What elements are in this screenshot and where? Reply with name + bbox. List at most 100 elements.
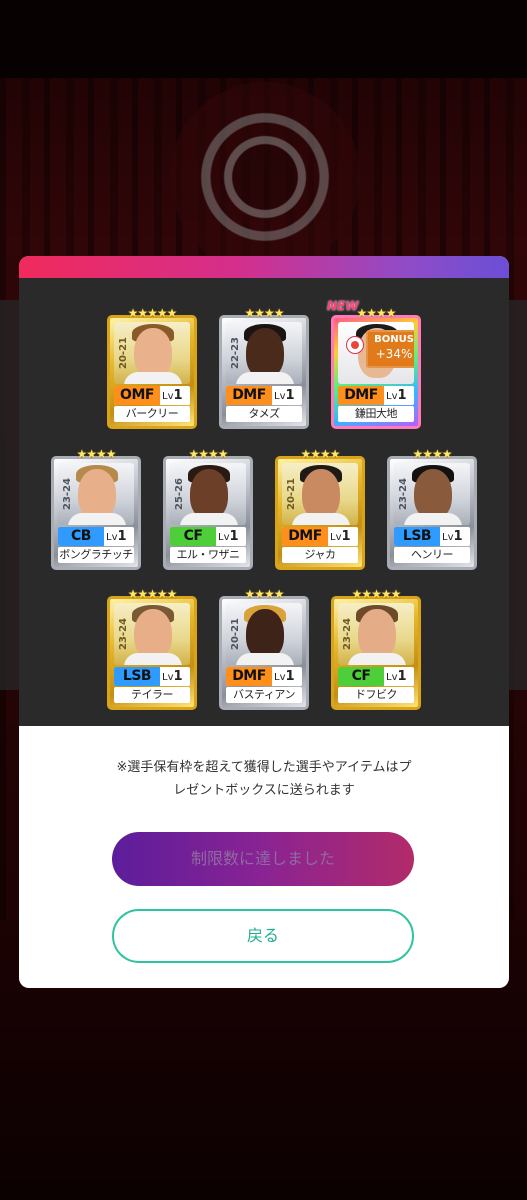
- player-portrait: 25-26: [170, 463, 246, 525]
- player-face: [78, 469, 116, 519]
- star-rating: ★★★★: [412, 447, 452, 461]
- player-portrait: 23-24: [114, 603, 190, 665]
- position-bar: LSB Lv1: [394, 527, 470, 546]
- player-card[interactable]: 23-24 CB Lv1 ボングラチッチ ★★★★: [51, 447, 141, 570]
- season-label: 20-21: [118, 337, 129, 369]
- player-card[interactable]: 20-21 DMF Lv1 バスティアン ★★★★: [219, 587, 309, 710]
- position-badge: DMF: [338, 386, 384, 405]
- player-face: [134, 609, 172, 659]
- star-rating: ★★★★★: [127, 587, 178, 601]
- position-bar: DMF Lv1: [338, 386, 414, 405]
- position-badge: OMF: [114, 386, 160, 405]
- new-badge: NEW: [327, 299, 359, 313]
- player-name: バークリー: [114, 406, 190, 422]
- player-face: [414, 469, 452, 519]
- level-label: Lv1: [386, 388, 407, 403]
- bonus-badge: BONUS +34%: [366, 330, 414, 368]
- level-label: Lv1: [218, 529, 239, 544]
- acquired-players-dialog: 20-21 OMF Lv1 バークリー ★★★★★ 22-23 DMF Lv1 …: [19, 256, 509, 988]
- player-name: 鎌田大地: [338, 406, 414, 422]
- level-label: Lv1: [386, 669, 407, 684]
- position-badge: LSB: [394, 527, 440, 546]
- card-frame: 20-21 DMF Lv1 ジャカ: [275, 456, 365, 570]
- star-rating: ★★★★: [76, 447, 116, 461]
- season-label: 20-21: [286, 478, 297, 510]
- player-name: テイラー: [114, 687, 190, 703]
- position-bar: OMF Lv1: [114, 386, 190, 405]
- player-portrait: 23-24: [394, 463, 470, 525]
- level-label: Lv1: [274, 388, 295, 403]
- season-label: 25-26: [174, 478, 185, 510]
- player-name: タメズ: [226, 406, 302, 422]
- level-label: Lv1: [442, 529, 463, 544]
- player-portrait: 20-21: [226, 603, 302, 665]
- player-card[interactable]: 23-24 LSB Lv1 ヘンリー ★★★★: [387, 447, 477, 570]
- position-bar: DMF Lv1: [282, 527, 358, 546]
- star-rating: ★★★★: [244, 306, 284, 320]
- player-face: [134, 328, 172, 378]
- player-face: [358, 609, 396, 659]
- star-rating: ★★★★: [244, 587, 284, 601]
- player-portrait: 23-24: [58, 463, 134, 525]
- player-card[interactable]: 25-26 CF Lv1 エル・ワザニ ★★★★: [163, 447, 253, 570]
- player-face: [246, 328, 284, 378]
- player-portrait: BONUS +34%: [338, 322, 414, 384]
- player-face: [302, 469, 340, 519]
- position-bar: LSB Lv1: [114, 667, 190, 686]
- player-card-grid: 20-21 OMF Lv1 バークリー ★★★★★ 22-23 DMF Lv1 …: [19, 278, 509, 726]
- level-label: Lv1: [330, 529, 351, 544]
- season-label: 23-24: [342, 618, 353, 650]
- player-name: エル・ワザニ: [170, 547, 246, 563]
- season-label: 23-24: [118, 618, 129, 650]
- back-button[interactable]: 戻る: [112, 909, 414, 963]
- position-badge: DMF: [282, 527, 328, 546]
- player-name: バスティアン: [226, 687, 302, 703]
- position-badge: LSB: [114, 667, 160, 686]
- card-frame: 20-21 OMF Lv1 バークリー: [107, 315, 197, 429]
- position-bar: CF Lv1: [170, 527, 246, 546]
- card-frame: 20-21 DMF Lv1 バスティアン: [219, 596, 309, 710]
- player-face: [246, 609, 284, 659]
- player-name: ボングラチッチ: [58, 547, 134, 563]
- club-emblem-icon: [346, 336, 364, 354]
- player-name: ドフビク: [338, 687, 414, 703]
- position-bar: DMF Lv1: [226, 667, 302, 686]
- player-card[interactable]: 20-21 DMF Lv1 ジャカ ★★★★: [275, 447, 365, 570]
- card-frame: BONUS +34% DMF Lv1 鎌田大地: [331, 315, 421, 429]
- player-portrait: 22-23: [226, 322, 302, 384]
- limit-reached-button[interactable]: 制限数に達しました: [112, 832, 414, 886]
- level-label: Lv1: [274, 669, 295, 684]
- player-portrait: 20-21: [114, 322, 190, 384]
- card-frame: 23-24 CF Lv1 ドフビク: [331, 596, 421, 710]
- card-frame: 23-24 CB Lv1 ボングラチッチ: [51, 456, 141, 570]
- position-bar: DMF Lv1: [226, 386, 302, 405]
- player-portrait: 20-21: [282, 463, 358, 525]
- player-portrait: 23-24: [338, 603, 414, 665]
- card-frame: 25-26 CF Lv1 エル・ワザニ: [163, 456, 253, 570]
- player-card[interactable]: 23-24 LSB Lv1 テイラー ★★★★★: [107, 587, 197, 710]
- position-badge: DMF: [226, 667, 272, 686]
- player-card[interactable]: 23-24 CF Lv1 ドフビク ★★★★★: [331, 587, 421, 710]
- star-rating: ★★★★: [188, 447, 228, 461]
- level-label: Lv1: [106, 529, 127, 544]
- player-card[interactable]: 20-21 OMF Lv1 バークリー ★★★★★: [107, 306, 197, 429]
- star-rating: ★★★★★: [127, 306, 178, 320]
- season-label: 20-21: [230, 618, 241, 650]
- position-badge: CF: [338, 667, 384, 686]
- player-card[interactable]: 22-23 DMF Lv1 タメズ ★★★★: [219, 306, 309, 429]
- overflow-notice: ※選手保有枠を超えて獲得した選手やアイテムはプ レゼントボックスに送られます: [116, 760, 412, 798]
- level-label: Lv1: [162, 388, 183, 403]
- dialog-header-bar: [19, 256, 509, 278]
- card-frame: 22-23 DMF Lv1 タメズ: [219, 315, 309, 429]
- season-label: 22-23: [230, 337, 241, 369]
- season-label: 23-24: [398, 478, 409, 510]
- position-bar: CF Lv1: [338, 667, 414, 686]
- star-rating: ★★★★: [300, 447, 340, 461]
- season-label: 23-24: [62, 478, 73, 510]
- position-bar: CB Lv1: [58, 527, 134, 546]
- position-badge: DMF: [226, 386, 272, 405]
- player-name: ジャカ: [282, 547, 358, 563]
- player-card[interactable]: BONUS +34% DMF Lv1 鎌田大地 ★★★★ NEW: [327, 299, 421, 429]
- level-label: Lv1: [162, 669, 183, 684]
- position-badge: CF: [170, 527, 216, 546]
